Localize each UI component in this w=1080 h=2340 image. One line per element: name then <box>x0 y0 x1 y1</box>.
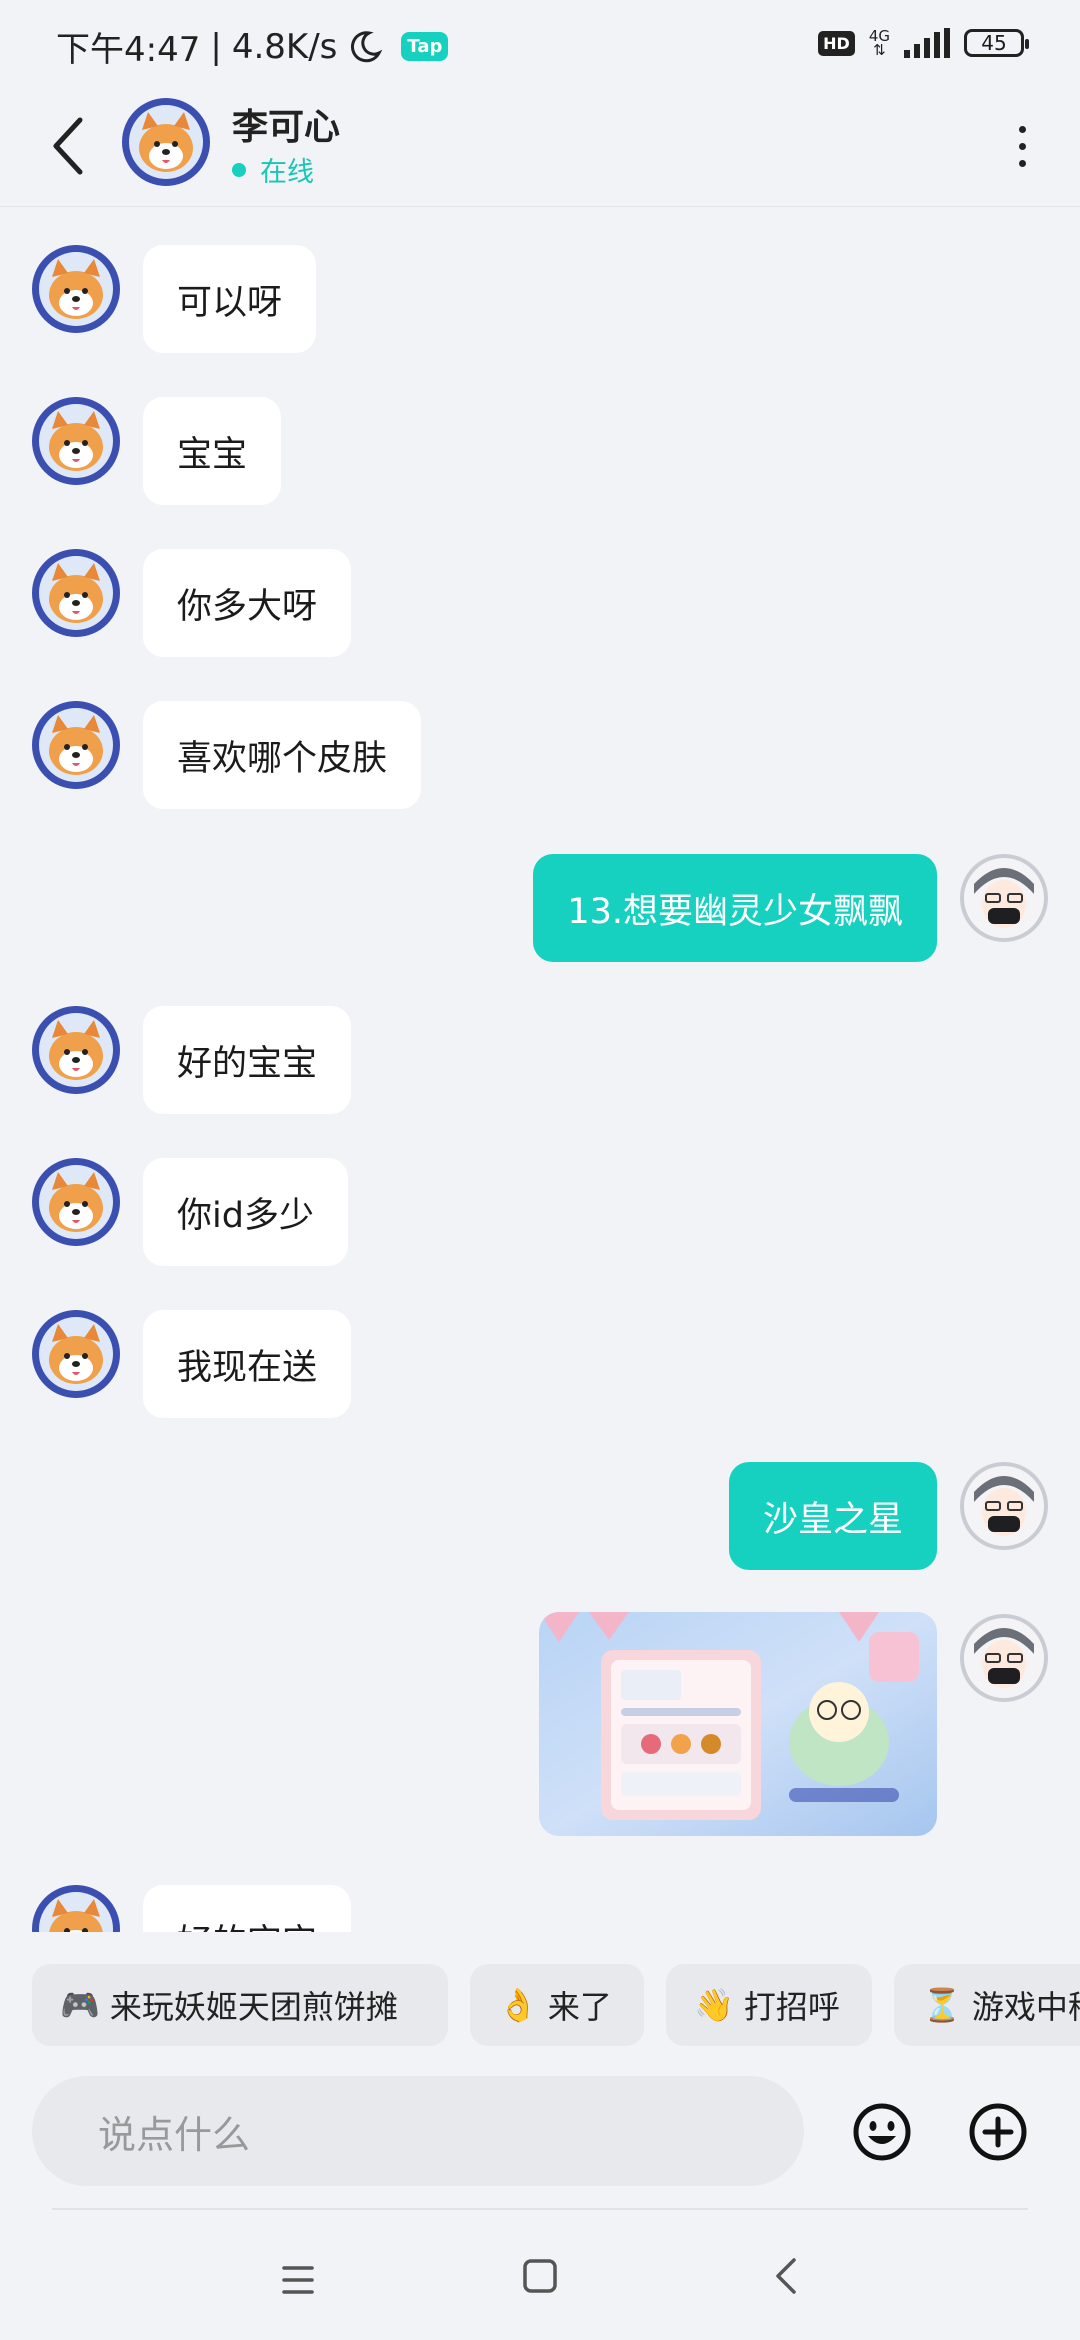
divider-bar: | <box>210 26 222 67</box>
my-avatar[interactable] <box>960 1614 1048 1702</box>
hourglass-icon: ⏳ <box>922 1986 962 2024</box>
composer: 说点什么 <box>0 2070 1080 2200</box>
updown-arrows-icon: ⇅ <box>873 41 886 59</box>
message-bubble[interactable]: 好的宝宝 <box>143 1885 352 1932</box>
hd-icon: HD <box>818 30 855 56</box>
status-left: 下午4:47 | 4.8K/s Tap <box>56 22 449 71</box>
back-button[interactable] <box>40 108 96 184</box>
status-bar: 下午4:47 | 4.8K/s Tap HD 4G ⇅ 45 <box>0 0 1080 90</box>
contact-avatar[interactable] <box>32 1885 120 1932</box>
message-input[interactable]: 说点什么 <box>32 2076 804 2186</box>
quick-reply-chip[interactable]: 🎮 来玩妖姬天团煎饼摊 <box>32 1964 448 2046</box>
more-menu-button[interactable] <box>992 110 1052 182</box>
waving-hand-icon: 👋 <box>694 1986 734 2024</box>
emoji-button[interactable] <box>852 2102 912 2162</box>
message-bubble[interactable]: 喜欢哪个皮肤 <box>143 701 422 809</box>
message-bubble[interactable]: 好的宝宝 <box>143 1006 352 1114</box>
quick-reply-chip[interactable]: 👋 打招呼 <box>666 1964 872 2046</box>
contact-avatar[interactable] <box>32 245 120 333</box>
message-bubble[interactable]: 我现在送 <box>143 1310 352 1418</box>
status-right: HD 4G ⇅ 45 <box>818 28 1029 59</box>
image-message[interactable] <box>539 1612 937 1836</box>
message-bubble-outgoing[interactable]: 13.想要幽灵少女飘飘 <box>533 854 937 962</box>
add-attachment-button[interactable] <box>968 2102 1028 2162</box>
online-status: 在线 <box>232 150 314 189</box>
contact-avatar[interactable] <box>32 1310 120 1398</box>
message-bubble[interactable]: 宝宝 <box>143 397 282 505</box>
home-button[interactable] <box>522 2258 558 2294</box>
battery-level: 45 <box>981 31 1007 55</box>
system-back-button[interactable] <box>768 2256 808 2296</box>
contact-name: 李可心 <box>232 107 341 148</box>
ok-hand-icon: 👌 <box>498 1986 538 2024</box>
clock: 下午4:47 <box>56 30 201 70</box>
tap-app-icon: Tap <box>401 32 449 61</box>
quick-reply-bar[interactable]: 🎮 来玩妖姬天团煎饼摊 👌 来了 👋 打招呼 ⏳ 游戏中稍 <box>0 1932 1080 2052</box>
battery-icon: 45 <box>964 29 1029 57</box>
quick-reply-chip[interactable]: ⏳ 游戏中稍 <box>894 1964 1080 2046</box>
divider <box>52 2208 1028 2210</box>
contact-avatar[interactable] <box>32 1158 120 1246</box>
chevron-left-icon <box>53 117 83 175</box>
moon-icon <box>351 30 383 62</box>
quick-reply-label: 来了 <box>547 1988 612 2026</box>
chat-header: 李可心 在线 <box>0 90 1080 207</box>
quick-reply-label: 来玩妖姬天团煎饼摊 <box>109 1988 398 2026</box>
recent-apps-button[interactable] <box>278 2260 318 2300</box>
system-nav-bar <box>0 2212 1080 2340</box>
online-dot-icon <box>232 162 246 177</box>
gamepad-icon: 🎮 <box>60 1986 100 2024</box>
my-avatar[interactable] <box>960 854 1048 942</box>
message-bubble[interactable]: 你多大呀 <box>143 549 352 657</box>
network-speed: 4.8K/s <box>231 26 338 67</box>
contact-avatar[interactable] <box>32 549 120 637</box>
dot-icon <box>1018 142 1026 150</box>
online-status-label: 在线 <box>260 157 314 188</box>
message-bubble-outgoing[interactable]: 沙皇之星 <box>728 1462 937 1570</box>
signal-icon <box>904 28 950 58</box>
contact-avatar[interactable] <box>32 397 120 485</box>
message-bubble[interactable]: 你id多少 <box>143 1158 348 1266</box>
quick-reply-label: 打招呼 <box>743 1988 840 2026</box>
contact-avatar[interactable] <box>32 701 120 789</box>
message-bubble[interactable]: 可以呀 <box>143 245 317 353</box>
contact-avatar[interactable] <box>122 98 210 186</box>
quick-reply-label: 游戏中稍 <box>971 1988 1080 2026</box>
my-avatar[interactable] <box>960 1462 1048 1550</box>
quick-reply-chip[interactable]: 👌 来了 <box>470 1964 644 2046</box>
network-type: 4G ⇅ <box>869 29 890 59</box>
dot-icon <box>1018 159 1026 167</box>
dot-icon <box>1018 125 1026 133</box>
contact-avatar[interactable] <box>32 1006 120 1094</box>
message-list[interactable]: 可以呀 宝宝 你多大呀 喜欢哪个皮肤 13.想要幽灵少女飘飘 好的宝宝 你id多… <box>0 207 1080 1932</box>
